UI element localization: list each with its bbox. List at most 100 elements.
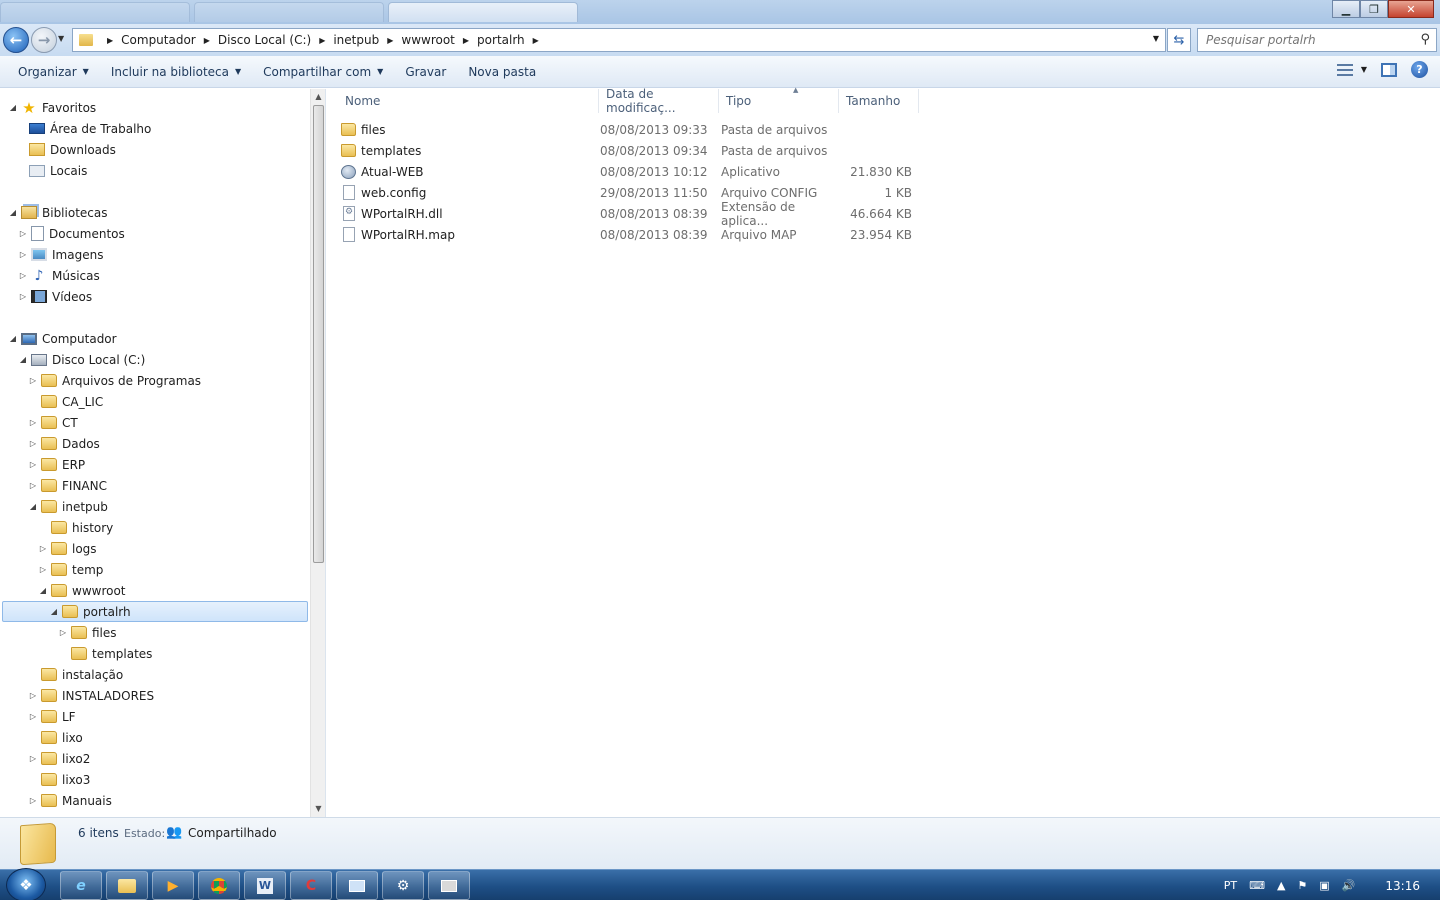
taskbar-chrome[interactable] (198, 871, 240, 900)
forward-button[interactable]: → (31, 27, 57, 53)
share-with-menu[interactable]: Compartilhar com ▼ (254, 60, 392, 84)
tree-folder[interactable]: lixo (28, 727, 332, 748)
clock[interactable]: 13:16 (1385, 879, 1420, 893)
scroll-down-arrow-icon[interactable]: ▼ (311, 801, 326, 817)
expanded-arrow-icon[interactable]: ◢ (28, 502, 38, 511)
background-tab[interactable] (194, 2, 384, 22)
breadcrumb-inetpub[interactable]: inetpub (333, 33, 379, 47)
column-header-size[interactable]: Tamanho (839, 89, 919, 113)
tree-folder[interactable]: ▷ lixo2 (28, 748, 332, 769)
refresh-button[interactable]: ⇆ (1167, 28, 1191, 52)
taskbar-word[interactable]: W (244, 871, 286, 900)
recent-pages-dropdown[interactable]: ▼ (58, 34, 64, 43)
collapsed-arrow-icon[interactable]: ▷ (28, 439, 38, 448)
collapsed-arrow-icon[interactable]: ▷ (18, 292, 28, 301)
taskbar-app[interactable]: C (290, 871, 332, 900)
tree-folder[interactable]: ▷ ERP (28, 454, 332, 475)
tree-folder[interactable]: ▷ logs (38, 538, 342, 559)
help-icon[interactable]: ? (1411, 61, 1428, 78)
collapsed-arrow-icon[interactable]: ▷ (28, 460, 38, 469)
tree-computer[interactable]: ◢ Computador (8, 328, 312, 349)
collapsed-arrow-icon[interactable]: ▷ (18, 229, 28, 238)
tree-folder-inetpub[interactable]: ◢ inetpub (28, 496, 332, 517)
collapsed-arrow-icon[interactable]: ▷ (28, 754, 38, 763)
address-dropdown-icon[interactable]: ▼ (1153, 34, 1159, 43)
tree-local-disk[interactable]: ◢ Disco Local (C:) (18, 349, 322, 370)
breadcrumb-portalrh[interactable]: portalrh (477, 33, 525, 47)
tree-folder[interactable]: ▷ Dados (28, 433, 332, 454)
chevron-right-icon[interactable]: ▶ (387, 36, 393, 45)
show-hidden-icons-icon[interactable]: ▲ (1277, 879, 1285, 892)
taskbar-explorer[interactable] (106, 871, 148, 900)
file-row[interactable]: Atual-WEB 08/08/2013 10:12 Aplicativo 21… (341, 161, 1241, 182)
collapsed-arrow-icon[interactable]: ▷ (28, 691, 38, 700)
navigation-scrollbar[interactable]: ▲ ▼ (310, 89, 325, 817)
tree-folder-portalrh-selected[interactable]: ◢ portalrh (2, 601, 308, 622)
chevron-right-icon[interactable]: ▶ (533, 36, 539, 45)
start-button[interactable]: ❖ (6, 868, 46, 900)
breadcrumb-local-disk[interactable]: Disco Local (C:) (218, 33, 311, 47)
back-button[interactable]: ← (3, 27, 29, 53)
file-list[interactable]: ▲ Nome Data de modificaç... Tipo Tamanho… (327, 86, 1440, 817)
preview-pane-icon[interactable] (1381, 62, 1397, 77)
collapsed-arrow-icon[interactable]: ▷ (28, 418, 38, 427)
tree-folder[interactable]: ▷ Manuais (28, 790, 332, 811)
tree-libraries[interactable]: ◢ Bibliotecas (8, 202, 312, 223)
taskbar-window[interactable] (428, 871, 470, 900)
expanded-arrow-icon[interactable]: ◢ (49, 607, 59, 616)
breadcrumb-wwwroot[interactable]: wwwroot (401, 33, 455, 47)
tree-folder[interactable]: ▷ temp (38, 559, 342, 580)
file-row[interactable]: templates 08/08/2013 09:34 Pasta de arqu… (341, 140, 1241, 161)
column-header-date[interactable]: Data de modificaç... (599, 87, 719, 115)
column-header-name[interactable]: Nome (338, 89, 599, 113)
collapsed-arrow-icon[interactable]: ▷ (38, 544, 48, 553)
collapsed-arrow-icon[interactable]: ▷ (28, 376, 38, 385)
file-row[interactable]: files 08/08/2013 09:33 Pasta de arquivos (341, 119, 1241, 140)
tree-music[interactable]: ▷ ♪ Músicas (18, 265, 322, 286)
language-indicator[interactable]: PT (1224, 879, 1237, 892)
taskbar-internet-explorer[interactable]: e (60, 871, 102, 900)
tree-desktop[interactable]: Área de Trabalho (29, 118, 333, 139)
close-button[interactable]: ✕ (1388, 0, 1434, 18)
chevron-right-icon[interactable]: ▶ (107, 36, 113, 45)
tree-folder[interactable]: lixo3 (28, 769, 332, 790)
file-row[interactable]: WPortalRH.map 08/08/2013 08:39 Arquivo M… (341, 224, 1241, 245)
tree-videos[interactable]: ▷ Vídeos (18, 286, 322, 307)
keyboard-icon[interactable]: ⌨ (1249, 879, 1265, 892)
maximize-button[interactable]: ❐ (1360, 0, 1388, 18)
tree-folder[interactable]: ▷ LF (28, 706, 332, 727)
breadcrumb-computer[interactable]: Computador (121, 33, 196, 47)
taskbar-network-app[interactable]: ⚙ (382, 871, 424, 900)
chevron-right-icon[interactable]: ▶ (204, 36, 210, 45)
minimize-button[interactable]: ▁ (1332, 0, 1360, 18)
search-input[interactable] (1206, 33, 1406, 47)
scrollbar-thumb[interactable] (313, 105, 324, 563)
action-center-icon[interactable]: ⚑ (1297, 879, 1307, 892)
tree-places[interactable]: Locais (29, 160, 333, 181)
address-bar[interactable]: ▶ Computador ▶ Disco Local (C:) ▶ inetpu… (72, 28, 1166, 52)
chevron-right-icon[interactable]: ▶ (319, 36, 325, 45)
tree-folder[interactable]: CA_LIC (28, 391, 332, 412)
expanded-arrow-icon[interactable]: ◢ (8, 103, 18, 112)
column-header-type[interactable]: Tipo (719, 89, 839, 113)
tree-documents[interactable]: ▷ Documentos (18, 223, 322, 244)
include-library-menu[interactable]: Incluir na biblioteca ▼ (102, 60, 250, 84)
background-tab-active[interactable] (388, 2, 578, 22)
expanded-arrow-icon[interactable]: ◢ (18, 355, 28, 364)
tree-folder[interactable]: history (38, 517, 342, 538)
volume-icon[interactable]: 🔊 (1342, 879, 1356, 892)
search-box[interactable]: ⚲ (1197, 28, 1437, 52)
expanded-arrow-icon[interactable]: ◢ (8, 334, 18, 343)
tree-folder-wwwroot[interactable]: ◢ wwwroot (38, 580, 342, 601)
taskbar-remote-desktop[interactable] (336, 871, 378, 900)
change-view-button[interactable]: ▼ (1336, 63, 1367, 76)
navigation-pane[interactable]: ◢ ★ Favoritos Área de Trabalho Downloads L… (0, 89, 326, 817)
tree-images[interactable]: ▷ Imagens (18, 244, 322, 265)
collapsed-arrow-icon[interactable]: ▷ (18, 250, 28, 259)
tree-folder[interactable]: ▷ Arquivos de Programas (28, 370, 332, 391)
collapsed-arrow-icon[interactable]: ▷ (28, 796, 38, 805)
network-status-icon[interactable]: ▣ (1319, 879, 1329, 892)
tree-folder[interactable]: ▷ CT (28, 412, 332, 433)
burn-button[interactable]: Gravar (396, 60, 455, 84)
chevron-right-icon[interactable]: ▶ (463, 36, 469, 45)
